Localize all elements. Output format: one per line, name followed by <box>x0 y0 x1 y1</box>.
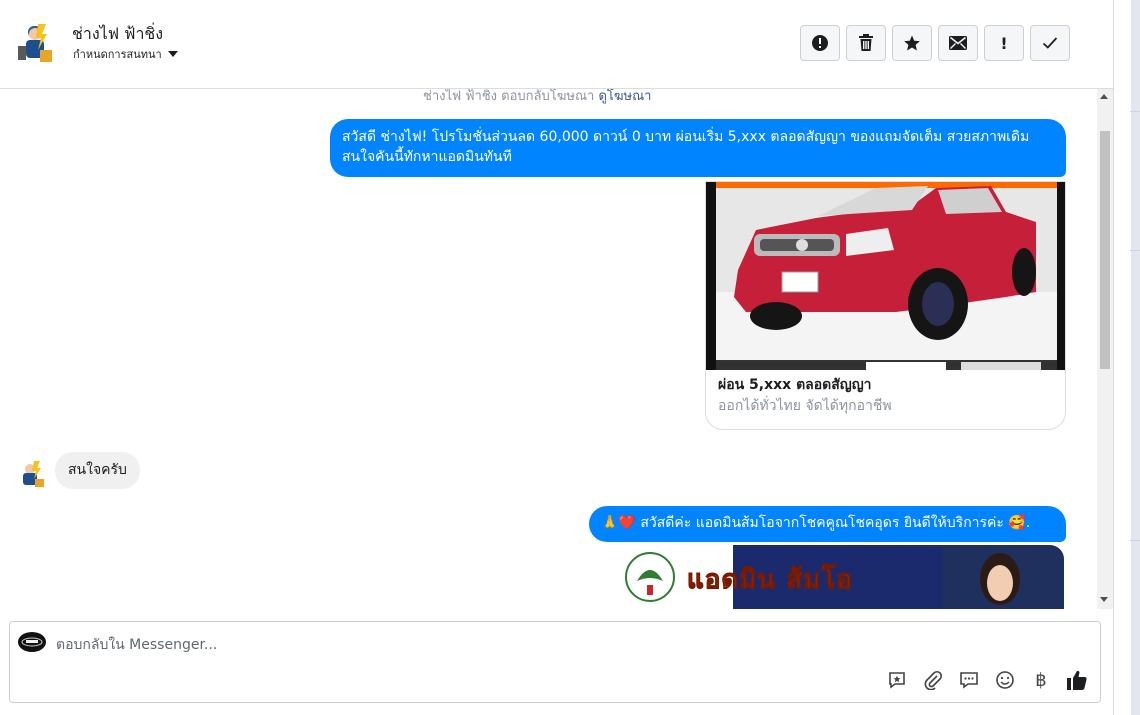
ad-reply-text: ช่างไฟ ฟ้าชิ่ง ตอบกลับโฆษณา <box>423 89 595 104</box>
ad-reply-note: ช่างไฟ ฟ้าชิ่ง ตอบกลับโฆษณา ดูโฆษณา <box>423 89 651 106</box>
emoji-button[interactable] <box>994 669 1016 691</box>
star-icon <box>904 35 920 51</box>
mark-done-button[interactable] <box>1030 25 1070 61</box>
attach-button[interactable] <box>922 669 944 691</box>
mark-unread-button[interactable] <box>938 25 978 61</box>
view-ad-link[interactable]: ดูโฆษณา <box>598 89 651 104</box>
alert-circle-icon <box>812 35 828 51</box>
report-spam-button[interactable] <box>800 25 840 61</box>
paperclip-icon <box>924 670 943 690</box>
check-icon <box>1042 37 1058 49</box>
emoji-icon <box>996 671 1014 689</box>
scroll-up-arrow-icon[interactable] <box>1100 94 1108 99</box>
quick-reply-button[interactable] <box>958 669 980 691</box>
panel-divider <box>1130 250 1140 251</box>
incoming-message: สนใจครับ <box>55 452 140 489</box>
follow-up-button[interactable]: ! <box>984 25 1024 61</box>
card-title: ผ่อน 5,xxx ตลอดสัญญา <box>718 377 872 393</box>
trash-icon <box>859 34 873 51</box>
page-avatar[interactable] <box>14 20 56 66</box>
saved-reply-button[interactable] <box>886 669 908 691</box>
promo-image: แอดมิน ส้มโอ <box>617 545 1064 609</box>
saved-reply-icon <box>889 672 905 689</box>
card-subtitle: ออกได้ทั่วไทย จัดได้ทุกอาชีพ <box>718 398 892 414</box>
thumbs-up-icon <box>1067 670 1087 690</box>
star-button[interactable] <box>892 25 932 61</box>
promo-text: แอดมิน ส้มโอ <box>687 565 853 596</box>
outgoing-message: สวัสดี ช่างไฟ! โปรโมชั่นส่วนลด 60,000 ดา… <box>330 119 1066 177</box>
message-thread[interactable]: ช่างไฟ ฟ้าชิ่ง ตอบกลับโฆษณา ดูโฆษณา สวัส… <box>0 89 1097 609</box>
page-name: ช่างไฟ ฟ้าชิ่ง <box>72 24 164 43</box>
conversation-header: ช่างไฟ ฟ้าชิ่ง กำหนดการสนทนา ! <box>0 0 1113 89</box>
ad-card[interactable]: ผ่อน 5,xxx ตลอดสัญญา ออกได้ทั่วไทย จัดได… <box>705 181 1066 430</box>
scrollbar-thumb[interactable] <box>1100 131 1110 369</box>
assign-conversation-dropdown[interactable]: กำหนดการสนทนา <box>73 45 178 63</box>
assign-conversation-label: กำหนดการสนทนา <box>73 48 162 61</box>
customer-avatar <box>23 461 44 487</box>
outgoing-message-greeting: 🙏❤️ สวัสดีค่ะ แอดมินส้มโอจากโชคคูณโชคอุด… <box>589 506 1066 542</box>
messenger-inbox: ช่างไฟ ฟ้าชิ่ง กำหนดการสนทนา ! ช่างไฟ ฟ้… <box>0 0 1113 715</box>
mail-icon <box>949 36 967 50</box>
right-panel-edge <box>1113 0 1131 715</box>
chat-bubble-icon <box>960 672 978 689</box>
panel-divider <box>1130 540 1140 541</box>
delete-button[interactable] <box>846 25 886 61</box>
baht-icon: ฿ <box>1035 669 1047 691</box>
car-image <box>706 182 1065 370</box>
conversation-toolbar: ! <box>800 25 1070 61</box>
like-button[interactable] <box>1066 669 1088 691</box>
exclamation-icon: ! <box>1000 33 1008 53</box>
caret-down-icon <box>167 51 178 57</box>
composer-toolbar: ฿ <box>886 669 1088 691</box>
reply-input[interactable] <box>56 632 856 658</box>
panel-divider <box>1130 111 1140 112</box>
payment-button[interactable]: ฿ <box>1030 669 1052 691</box>
sender-avatar <box>18 632 46 652</box>
reply-composer: ฿ <box>9 621 1101 703</box>
scroll-down-arrow-icon[interactable] <box>1100 597 1108 602</box>
